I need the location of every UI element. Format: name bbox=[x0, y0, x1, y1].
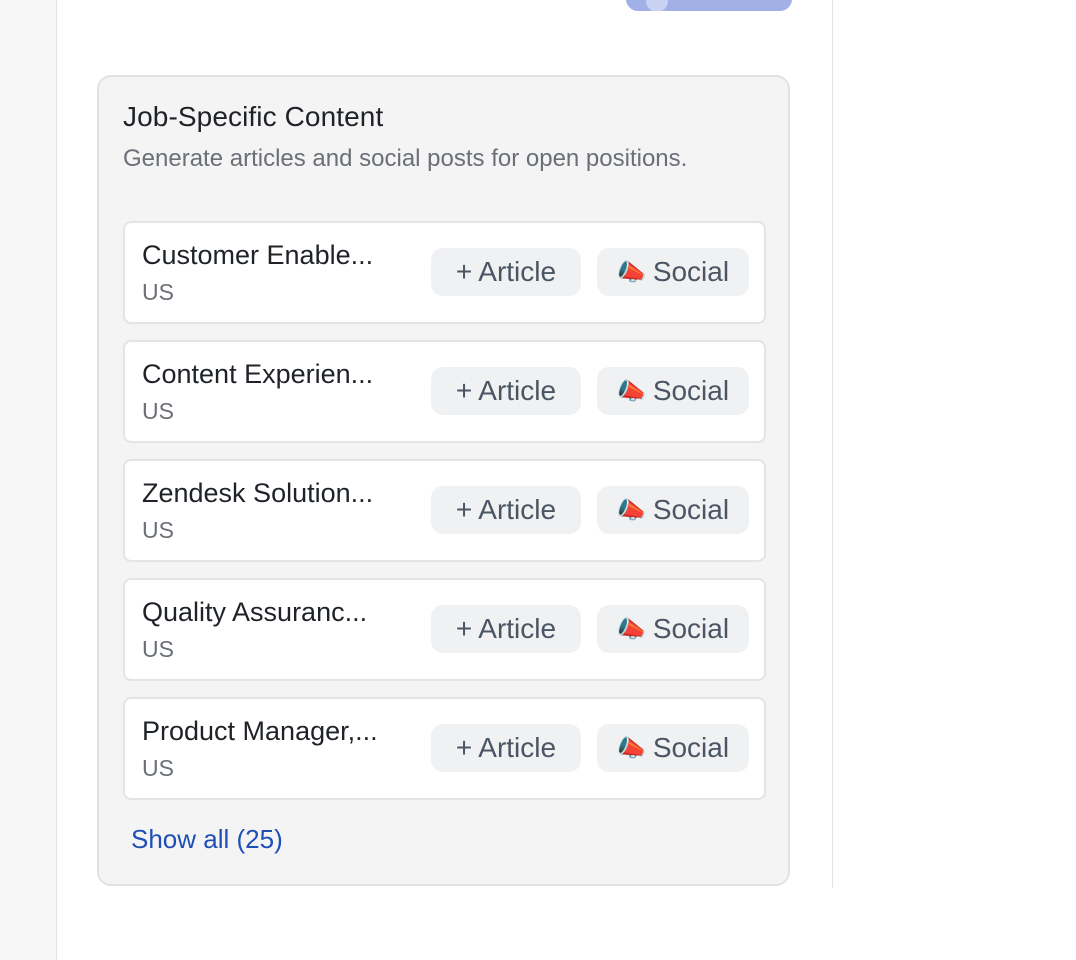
article-button-label: Article bbox=[478, 256, 557, 287]
add-article-button[interactable]: + Article bbox=[431, 724, 581, 772]
article-button-label: Article bbox=[478, 494, 557, 525]
social-button-label: Social bbox=[652, 494, 730, 525]
social-button-label: Social bbox=[652, 613, 730, 644]
job-location: US bbox=[142, 755, 174, 781]
add-article-button[interactable]: + Article bbox=[431, 486, 581, 534]
job-row: Content Experien... US + Article 📣 Socia… bbox=[123, 340, 766, 443]
job-title: Quality Assuranc... bbox=[142, 597, 368, 627]
megaphone-icon: 📣 bbox=[616, 496, 647, 524]
plus-icon: + bbox=[455, 256, 473, 287]
top-action-button[interactable] bbox=[626, 0, 792, 11]
job-list: Customer Enable... US + Article 📣 Social… bbox=[123, 221, 766, 816]
add-article-button[interactable]: + Article bbox=[431, 605, 581, 653]
social-post-button[interactable]: 📣 Social bbox=[597, 724, 749, 772]
job-specific-content-card: Job-Specific Content Generate articles a… bbox=[97, 75, 790, 886]
social-post-button[interactable]: 📣 Social bbox=[597, 367, 749, 415]
card-description: Generate articles and social posts for o… bbox=[123, 145, 688, 172]
plus-icon: + bbox=[455, 732, 473, 763]
job-row: Customer Enable... US + Article 📣 Social bbox=[123, 221, 766, 324]
article-button-label: Article bbox=[478, 732, 557, 763]
job-location: US bbox=[142, 279, 174, 305]
megaphone-icon: 📣 bbox=[616, 615, 647, 643]
plus-icon: + bbox=[455, 375, 473, 406]
social-post-button[interactable]: 📣 Social bbox=[597, 248, 749, 296]
job-row: Product Manager,... US + Article 📣 Socia… bbox=[123, 697, 766, 800]
social-button-label: Social bbox=[652, 256, 730, 287]
add-article-button[interactable]: + Article bbox=[431, 367, 581, 415]
social-button-label: Social bbox=[652, 732, 730, 763]
job-title: Product Manager,... bbox=[142, 716, 378, 746]
show-all-link[interactable]: Show all (25) bbox=[131, 824, 283, 855]
article-button-label: Article bbox=[478, 375, 557, 406]
social-post-button[interactable]: 📣 Social bbox=[597, 605, 749, 653]
card-title: Job-Specific Content bbox=[123, 101, 384, 132]
left-sidebar-edge bbox=[0, 0, 57, 960]
megaphone-icon: 📣 bbox=[616, 734, 647, 762]
job-row: Zendesk Solution... US + Article 📣 Socia… bbox=[123, 459, 766, 562]
plus-icon: + bbox=[455, 494, 473, 525]
job-location: US bbox=[142, 398, 174, 424]
megaphone-icon: 📣 bbox=[616, 377, 647, 405]
add-article-button[interactable]: + Article bbox=[431, 248, 581, 296]
job-location: US bbox=[142, 636, 174, 662]
article-button-label: Article bbox=[478, 613, 557, 644]
plus-icon: + bbox=[455, 613, 473, 644]
panel-divider bbox=[832, 0, 833, 888]
job-title: Customer Enable... bbox=[142, 240, 374, 270]
job-location: US bbox=[142, 517, 174, 543]
job-title: Content Experien... bbox=[142, 359, 374, 389]
social-post-button[interactable]: 📣 Social bbox=[597, 486, 749, 534]
social-button-label: Social bbox=[652, 375, 730, 406]
megaphone-icon: 📣 bbox=[616, 258, 647, 286]
job-row: Quality Assuranc... US + Article 📣 Socia… bbox=[123, 578, 766, 681]
button-icon bbox=[646, 0, 668, 11]
job-title: Zendesk Solution... bbox=[142, 478, 374, 508]
